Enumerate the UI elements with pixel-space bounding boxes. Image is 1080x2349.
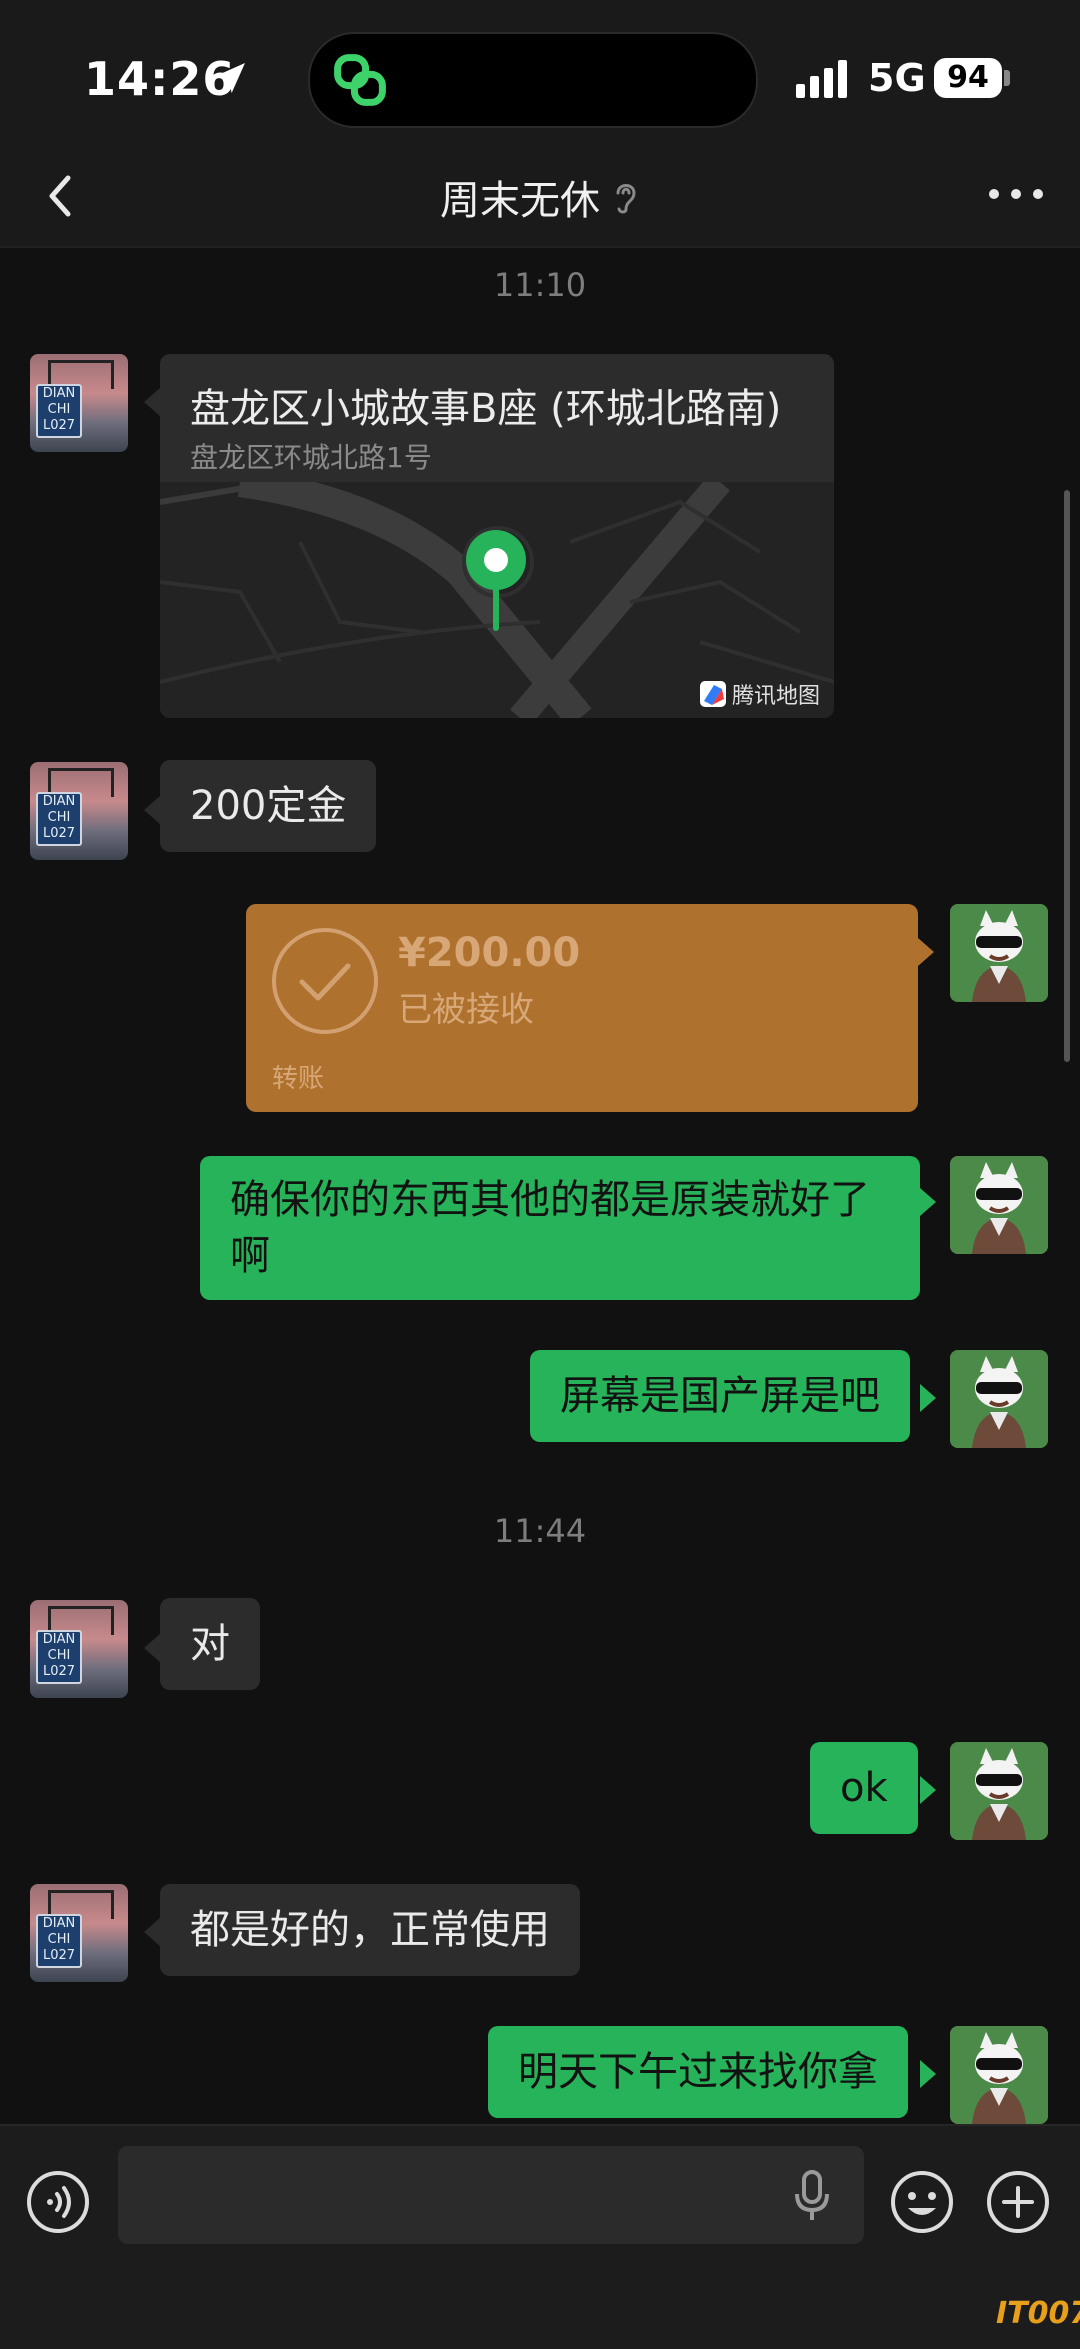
avatar-sign: DIAN CHI L027 xyxy=(36,384,82,438)
bubble-tail xyxy=(918,938,934,966)
my-avatar[interactable] xyxy=(950,1156,1048,1254)
timestamp: 11:10 xyxy=(493,266,587,304)
avatar-sign-line2: L027 xyxy=(42,418,76,433)
ear-icon xyxy=(616,184,636,214)
avatar-sign: DIAN CHI L027 xyxy=(36,792,82,846)
location-map: 腾讯地图 xyxy=(160,467,834,718)
avatar-sign-line2: L027 xyxy=(42,826,76,841)
cat-avatar-icon xyxy=(950,2026,1048,2124)
transfer-status: 已被接收 xyxy=(398,990,534,1030)
message-bubble[interactable]: 确保你的东西其他的都是原装就好了啊 xyxy=(200,1156,920,1300)
avatar-sign-line1: DIAN CHI xyxy=(42,794,76,825)
map-pin-icon xyxy=(466,530,526,631)
message-bubble[interactable]: 明天下午过来找你拿 xyxy=(488,2026,908,2118)
location-address: 盘龙区环城北路1号 xyxy=(190,441,432,474)
chat-header: 周末无休 xyxy=(0,140,1080,248)
avatar-sign-line1: DIAN CHI xyxy=(42,386,76,417)
cat-avatar-icon xyxy=(950,904,1048,1002)
message-bubble[interactable]: ok xyxy=(810,1742,918,1834)
battery-level: 94 xyxy=(947,60,989,95)
message-bubble[interactable]: 对 xyxy=(160,1598,260,1690)
bubble-tail xyxy=(144,1918,160,1946)
transfer-check-icon xyxy=(272,928,378,1034)
location-title: 盘龙区小城故事B座 (环城北路南) xyxy=(190,386,782,432)
bubble-tail xyxy=(144,796,160,824)
avatar-sign-line1: DIAN CHI xyxy=(42,1916,76,1947)
transfer-card[interactable]: ¥200.00 已被接收 转账 xyxy=(246,904,918,1112)
avatar-sign-line2: L027 xyxy=(42,1948,76,1963)
plus-icon[interactable] xyxy=(986,2170,1050,2234)
avatar[interactable]: DIAN CHI L027 xyxy=(30,354,128,452)
more-options-icon[interactable] xyxy=(984,182,1048,206)
my-avatar[interactable] xyxy=(950,2026,1048,2124)
bubble-tail xyxy=(144,388,160,416)
emoji-icon[interactable] xyxy=(890,2170,954,2234)
cat-avatar-icon xyxy=(950,1742,1048,1840)
link-icon xyxy=(334,54,386,106)
dynamic-island[interactable] xyxy=(308,32,758,128)
input-bar xyxy=(0,2124,1080,2349)
battery-tip xyxy=(1004,70,1010,86)
avatar-sign: DIAN CHI L027 xyxy=(36,1630,82,1684)
message-bubble[interactable]: 都是好的，正常使用 xyxy=(160,1884,580,1976)
scrollbar[interactable] xyxy=(1064,490,1070,1062)
my-avatar[interactable] xyxy=(950,904,1048,1002)
chat-title-wrap: 周末无休 xyxy=(0,168,1080,226)
watermark: IT007 xyxy=(996,2296,1080,2331)
transfer-label: 转账 xyxy=(272,1064,325,1094)
cat-avatar-icon xyxy=(950,1350,1048,1448)
bubble-tail xyxy=(920,2060,936,2088)
bubble-tail xyxy=(920,1776,936,1804)
my-avatar[interactable] xyxy=(950,1742,1048,1840)
microphone-icon[interactable] xyxy=(794,2170,830,2222)
bubble-tail xyxy=(144,1634,160,1662)
network-type: 5G xyxy=(868,56,926,100)
avatar[interactable]: DIAN CHI L027 xyxy=(30,1600,128,1698)
map-provider-label: 腾讯地图 xyxy=(731,684,820,709)
bubble-tail xyxy=(920,1188,936,1216)
status-bar: 14:26 5G 94 xyxy=(0,0,1080,140)
map-provider: 腾讯地图 xyxy=(699,678,820,710)
avatar-sign-line2: L027 xyxy=(42,1664,76,1679)
location-arrow-icon xyxy=(215,63,245,93)
chat-title: 周末无休 xyxy=(440,178,600,224)
tencent-map-icon xyxy=(699,681,726,707)
avatar-sign-line1: DIAN CHI xyxy=(42,1632,76,1663)
message-bubble[interactable]: 屏幕是国产屏是吧 xyxy=(530,1350,910,1442)
battery-icon: 94 xyxy=(934,58,1002,98)
message-input[interactable] xyxy=(118,2146,864,2244)
location-message-card[interactable]: 盘龙区小城故事B座 (环城北路南) 盘龙区环城北路1号 腾讯地图 xyxy=(160,354,834,718)
avatar-sign: DIAN CHI L027 xyxy=(36,1914,82,1968)
message-bubble[interactable]: 200定金 xyxy=(160,760,377,852)
timestamp: 11:44 xyxy=(493,1512,587,1550)
avatar[interactable]: DIAN CHI L027 xyxy=(30,1884,128,1982)
cellular-signal-icon xyxy=(796,60,847,98)
transfer-amount: ¥200.00 xyxy=(398,930,581,976)
avatar[interactable]: DIAN CHI L027 xyxy=(30,762,128,860)
voice-input-icon[interactable] xyxy=(26,2170,90,2234)
my-avatar[interactable] xyxy=(950,1350,1048,1448)
bubble-tail xyxy=(920,1384,936,1412)
cat-avatar-icon xyxy=(950,1156,1048,1254)
